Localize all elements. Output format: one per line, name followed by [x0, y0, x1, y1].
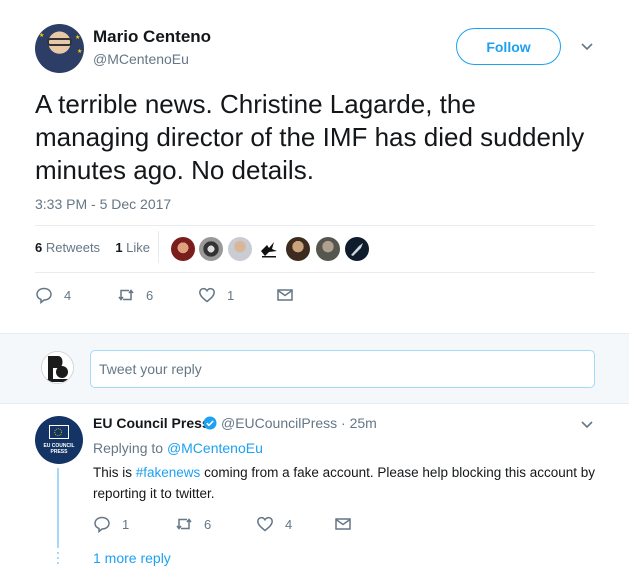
divider	[35, 272, 595, 273]
replying-to-link[interactable]: @MCentenoEu	[167, 440, 263, 456]
tweet-text: A terrible news. Christine Lagarde, the …	[35, 89, 585, 185]
direct-message-action[interactable]	[276, 286, 294, 304]
reply-author-name[interactable]: EU Council Press	[93, 415, 210, 431]
reply-input[interactable]: Tweet your reply	[90, 350, 595, 388]
thread-dots	[57, 552, 59, 566]
replying-to: Replying to @MCentenoEu	[93, 440, 263, 456]
direct-message-action[interactable]	[334, 515, 352, 533]
pgr-logo-icon	[42, 352, 73, 383]
rocket-icon	[351, 243, 363, 256]
retweet-action[interactable]: 6	[117, 286, 153, 304]
reply-action[interactable]: 1	[93, 515, 129, 533]
chevron-down-icon[interactable]	[580, 40, 594, 54]
liker-avatar[interactable]	[316, 237, 340, 261]
tweet-timestamp[interactable]: 3:33 PM - 5 Dec 2017	[35, 196, 171, 212]
reply-icon	[94, 516, 110, 533]
heart-icon	[199, 287, 215, 303]
eu-flag-icon	[49, 425, 69, 439]
like-count: 4	[285, 516, 293, 532]
retweet-icon	[118, 289, 134, 301]
likes-count[interactable]: 1	[115, 240, 122, 255]
divider	[35, 225, 595, 226]
author-avatar[interactable]: ★ ★ ★	[35, 24, 84, 73]
reply-count: 1	[122, 516, 130, 532]
avatar-label: EU COUNCIL PRESS	[43, 443, 75, 455]
reply-tweet: EU COUNCIL PRESS EU Council Press @EUCou…	[0, 404, 629, 582]
like-action[interactable]: 1	[198, 286, 234, 304]
author-name[interactable]: Mario Centeno	[93, 27, 211, 47]
retweet-action[interactable]: 6	[175, 515, 211, 533]
chevron-down-icon[interactable]	[580, 418, 594, 432]
envelope-icon	[335, 518, 351, 530]
reply-composer: Tweet your reply	[0, 333, 629, 404]
reply-text: This is #fakenews coming from a fake acc…	[93, 462, 603, 504]
reply-count: 4	[64, 287, 72, 303]
author-handle[interactable]: @MCentenoEu	[93, 51, 189, 67]
star-icon: ★	[75, 35, 81, 41]
hashtag-link[interactable]: #fakenews	[136, 465, 201, 480]
heart-icon	[257, 516, 273, 532]
tweet-stats: 6 Retweets 1 Like	[35, 240, 150, 255]
current-user-avatar[interactable]	[41, 351, 74, 384]
retweets-count[interactable]: 6	[35, 240, 42, 255]
more-replies-link[interactable]: 1 more reply	[93, 550, 171, 566]
stats-separator	[158, 231, 159, 263]
liker-avatar[interactable]	[171, 237, 195, 261]
liker-avatar[interactable]	[199, 237, 223, 261]
reply-action[interactable]: 4	[35, 286, 71, 304]
reply-text-before: This is	[93, 465, 136, 480]
retweet-icon	[176, 518, 192, 530]
eu-council-avatar[interactable]: EU COUNCIL PRESS	[35, 416, 83, 464]
retweets-label[interactable]: Retweets	[46, 240, 100, 255]
retweet-count: 6	[204, 516, 212, 532]
like-count: 1	[227, 287, 235, 303]
retweet-count: 6	[146, 287, 154, 303]
star-icon: ★	[39, 33, 45, 39]
replying-prefix: Replying to	[93, 440, 164, 456]
liker-avatar[interactable]	[345, 237, 369, 261]
star-icon: ★	[77, 49, 83, 55]
envelope-icon	[277, 289, 293, 301]
eu-stars-icon	[54, 428, 62, 436]
main-tweet: ★ ★ ★ Mario Centeno @MCentenoEu Follow A…	[0, 0, 629, 333]
follow-button[interactable]: Follow	[456, 28, 561, 65]
likes-label[interactable]: Like	[126, 240, 150, 255]
reply-icon	[36, 287, 52, 304]
bird-logo-icon	[261, 242, 277, 258]
verified-badge-icon	[203, 416, 217, 430]
thread-line	[57, 468, 59, 548]
reply-author-handle[interactable]: @EUCouncilPress · 25m	[221, 415, 377, 431]
liker-avatar[interactable]	[228, 237, 252, 261]
avatar-glasses-shape	[47, 38, 72, 46]
liker-avatar[interactable]	[286, 237, 310, 261]
like-action[interactable]: 4	[256, 515, 292, 533]
liker-avatar[interactable]	[257, 237, 281, 261]
